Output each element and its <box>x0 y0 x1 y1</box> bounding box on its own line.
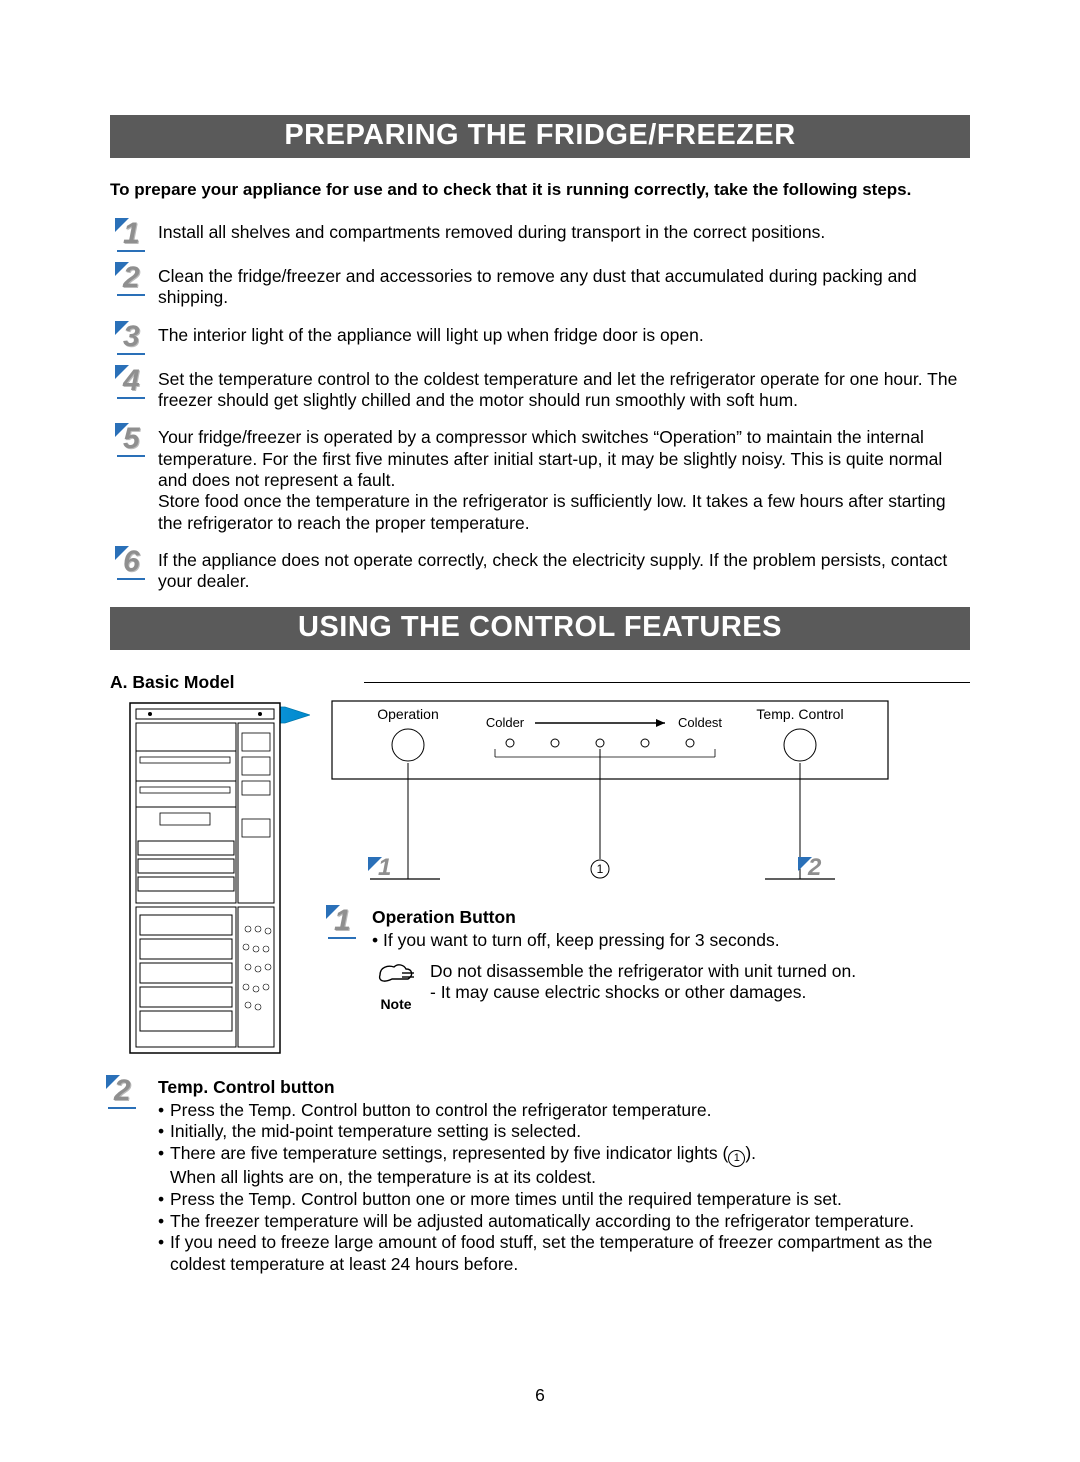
step-item: 4 Set the temperature control to the cold… <box>110 367 970 412</box>
fridge-illustration <box>110 699 310 1059</box>
operation-button-heading: Operation Button <box>372 907 970 928</box>
operation-button-section: 1 Operation Button • If you want to turn… <box>330 907 970 1012</box>
step-item: 1 Install all shelves and compartments re… <box>110 220 970 250</box>
step-item: 3 The interior light of the appliance wil… <box>110 323 970 353</box>
operation-button-text: • If you want to turn off, keep pressing… <box>372 930 970 951</box>
subtitle-basic-model: A. Basic Model <box>110 672 970 693</box>
temp-control-section: 2 Temp. Control button •Press the Temp. … <box>110 1077 970 1276</box>
svg-text:Coldest: Coldest <box>678 715 722 730</box>
step-text: Install all shelves and compartments rem… <box>158 220 970 243</box>
step-text: Clean the fridge/freezer and accessories… <box>158 264 970 309</box>
note-label: Note <box>372 996 420 1012</box>
temp-control-heading: Temp. Control button <box>158 1077 970 1098</box>
svg-text:2: 2 <box>807 854 822 881</box>
step-number-2: 2 <box>110 1077 140 1107</box>
note-text: Do not disassemble the refrigerator with… <box>430 961 970 1004</box>
step-item: 5 Your fridge/freezer is operated by a co… <box>110 425 970 534</box>
step-item: 2 Clean the fridge/freezer and accessorie… <box>110 264 970 309</box>
step-number: 2 <box>119 264 149 294</box>
step-text: Your fridge/freezer is operated by a com… <box>158 425 970 534</box>
step-text: Set the temperature control to the colde… <box>158 367 970 412</box>
control-area: Operation Temp. Control Colder Coldest <box>110 699 970 1059</box>
note-row: Note Do not disassemble the refrigerator… <box>372 961 970 1012</box>
section-header-control: USING THE CONTROL FEATURES <box>110 607 970 650</box>
page-number: 6 <box>0 1385 1080 1406</box>
step-number: 1 <box>119 220 149 250</box>
svg-text:1: 1 <box>378 854 391 881</box>
step-number: 6 <box>119 548 149 578</box>
steps-list: 1 Install all shelves and compartments re… <box>110 220 970 593</box>
section-header-preparing: PREPARING THE FRIDGE/FREEZER <box>110 115 970 158</box>
intro-text: To prepare your appliance for use and to… <box>110 180 970 200</box>
svg-text:Colder: Colder <box>486 715 525 730</box>
step-number: 3 <box>119 323 149 353</box>
step-item: 6 If the appliance does not operate corre… <box>110 548 970 593</box>
temp-control-label: Temp. Control <box>756 706 843 722</box>
step-number-1: 1 <box>330 907 360 937</box>
step-text: The interior light of the appliance will… <box>158 323 970 346</box>
divider-line <box>364 682 970 683</box>
subtitle-label: A. Basic Model <box>110 672 234 693</box>
operation-label: Operation <box>377 706 438 722</box>
svg-text:1: 1 <box>597 862 604 876</box>
manual-page: PREPARING THE FRIDGE/FREEZER To prepare … <box>0 0 1080 1462</box>
control-panel-diagram: Operation Temp. Control Colder Coldest <box>330 699 890 899</box>
temp-control-bullets: •Press the Temp. Control button to contr… <box>158 1100 970 1276</box>
note-hand-icon <box>376 961 416 989</box>
indicator-light-icon: 1 <box>728 1150 745 1167</box>
step-number: 5 <box>119 425 149 455</box>
step-number: 4 <box>119 367 149 397</box>
step-text: If the appliance does not operate correc… <box>158 548 970 593</box>
